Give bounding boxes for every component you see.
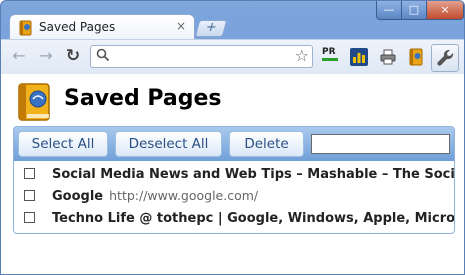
forward-arrow-icon[interactable]: →: [36, 46, 56, 66]
item-title[interactable]: Google http://www.google.com/: [52, 188, 258, 204]
pagerank-bar: [322, 58, 338, 61]
list-item[interactable]: Techno Life @ tothepc | Google, Windows,…: [14, 207, 454, 229]
list-item[interactable]: Social Media News and Web Tips – Mashabl…: [14, 163, 454, 185]
item-title-text[interactable]: Techno Life @ tothepc | Google, Windows,…: [52, 211, 454, 226]
reload-icon[interactable]: ↻: [63, 46, 83, 66]
tab-strip: Saved Pages × + — □ ×: [1, 1, 464, 41]
saved-pages-logo-icon: [18, 83, 50, 121]
item-checkbox[interactable]: [24, 190, 35, 201]
print-icon[interactable]: [379, 48, 397, 66]
item-checkbox[interactable]: [24, 212, 35, 223]
deselect-all-button[interactable]: Deselect All: [115, 131, 222, 157]
item-url: http://www.google.com/: [109, 188, 259, 203]
minimize-button[interactable]: —: [376, 1, 402, 20]
browser-toolbar: ← → ↻ ☆ PR: [1, 39, 464, 75]
filter-input[interactable]: [311, 134, 450, 154]
saved-pages-book-icon: [19, 20, 32, 36]
tab-title: Saved Pages: [39, 20, 116, 34]
wrench-glyph-icon: [437, 49, 454, 66]
item-title[interactable]: Techno Life @ tothepc | Google, Windows,…: [52, 210, 454, 226]
back-arrow-icon[interactable]: ←: [9, 46, 29, 66]
saved-pages-book-icon[interactable]: [407, 48, 425, 66]
page-content: Saved Pages Select All Deselect All Dele…: [1, 74, 464, 274]
list-item[interactable]: Google http://www.google.com/: [14, 185, 454, 207]
pagerank-label: PR: [322, 47, 336, 57]
star-icon[interactable]: ☆: [295, 46, 309, 65]
tab-close-icon[interactable]: ×: [176, 19, 186, 33]
wrench-icon[interactable]: [431, 44, 459, 72]
tab-saved-pages[interactable]: Saved Pages ×: [9, 14, 195, 41]
close-window-button[interactable]: ×: [426, 1, 464, 20]
address-input[interactable]: [113, 48, 287, 65]
item-title[interactable]: Social Media News and Web Tips – Mashabl…: [52, 166, 454, 182]
item-title-text[interactable]: Social Media News and Web Tips – Mashabl…: [52, 167, 454, 182]
search-icon: [96, 48, 110, 62]
item-title-text[interactable]: Google: [52, 189, 103, 204]
maximize-button[interactable]: □: [401, 1, 427, 20]
chart-icon[interactable]: [350, 48, 368, 66]
select-all-button[interactable]: Select All: [18, 131, 108, 157]
saved-pages-list: Social Media News and Web Tips – Mashabl…: [14, 163, 454, 233]
pagerank-icon[interactable]: PR: [322, 48, 340, 66]
delete-button[interactable]: Delete: [229, 131, 304, 157]
saved-pages-panel: Select All Deselect All Delete Social Me…: [13, 126, 455, 234]
address-bar[interactable]: ☆: [90, 45, 313, 68]
new-tab-button[interactable]: +: [194, 20, 228, 37]
browser-window: Saved Pages × + — □ × ← → ↻ ☆ PR Saved P…: [0, 0, 465, 275]
page-title: Saved Pages: [64, 86, 222, 111]
action-bar: Select All Deselect All Delete: [14, 127, 454, 161]
item-checkbox[interactable]: [24, 168, 35, 179]
